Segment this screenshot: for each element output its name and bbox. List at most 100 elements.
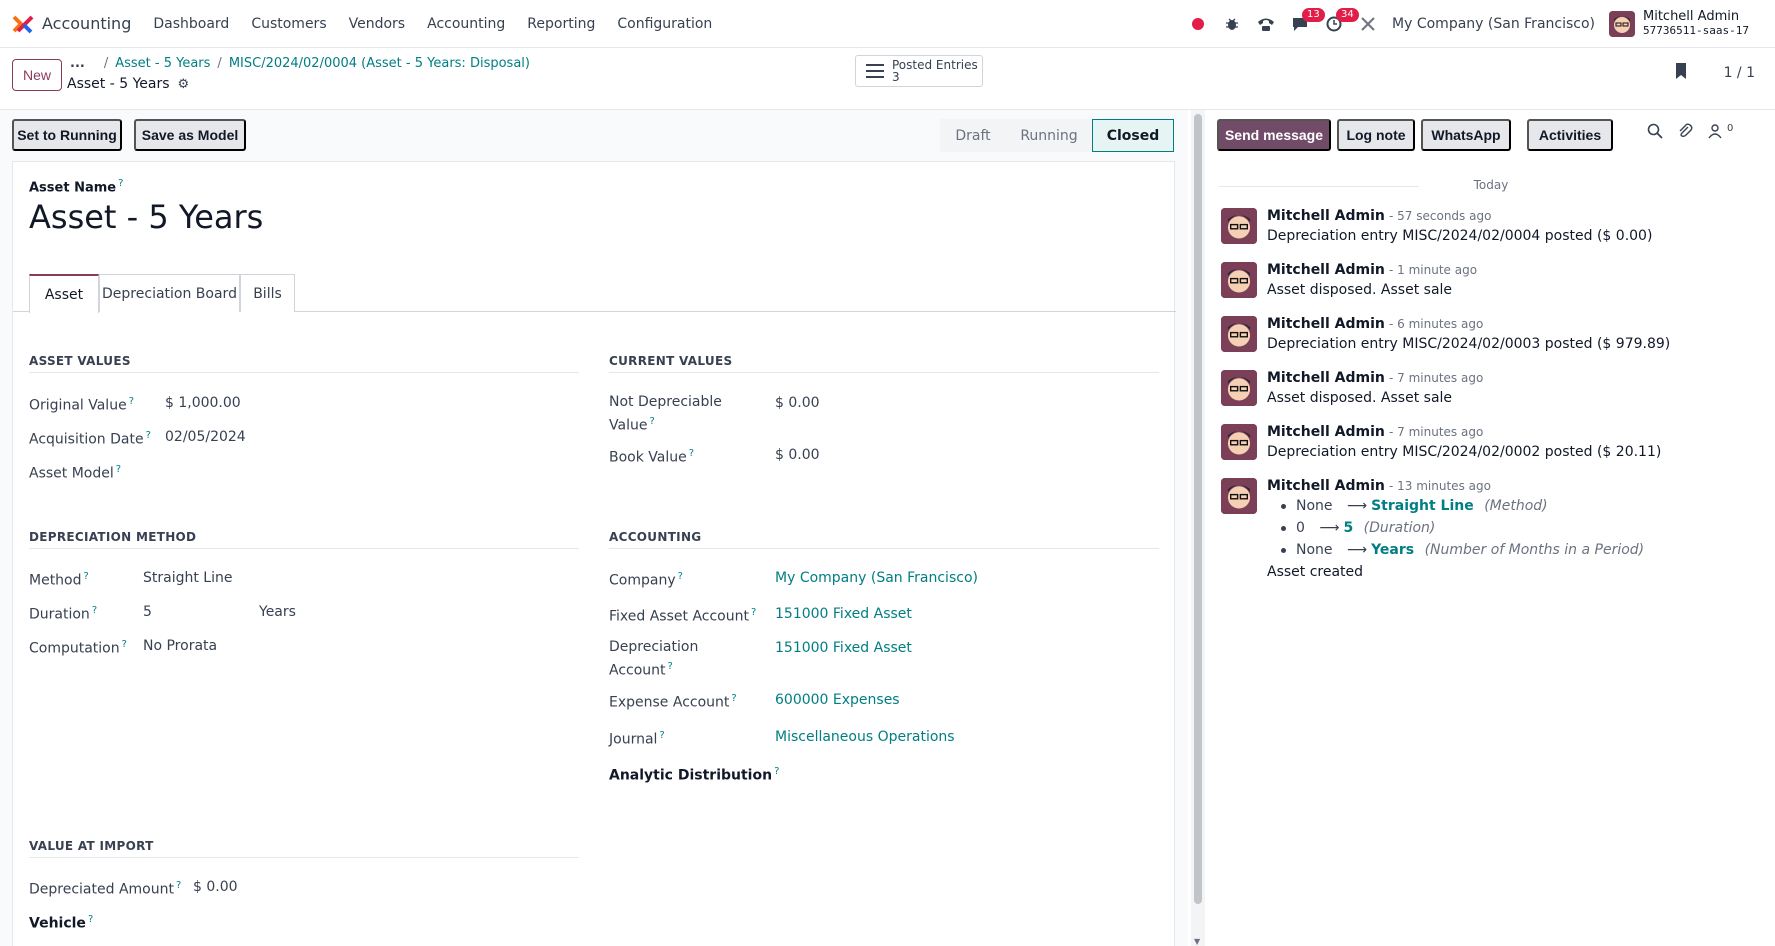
messages-icon[interactable]: 13: [1290, 8, 1325, 34]
message-author[interactable]: Mitchell Admin: [1267, 208, 1385, 224]
whatsapp-button[interactable]: WhatsApp: [1421, 119, 1511, 151]
stage-draft[interactable]: Draft: [940, 119, 1006, 152]
author-avatar[interactable]: [1221, 424, 1257, 460]
log-note-button[interactable]: Log note: [1337, 119, 1415, 151]
activities-button[interactable]: Activities: [1527, 119, 1613, 151]
computation-field[interactable]: No Prorata: [143, 636, 217, 656]
chat-message: Mitchell Admin - 57 seconds ago Deprecia…: [1221, 208, 1761, 258]
phone-icon[interactable]: [1256, 14, 1276, 34]
form-sheet: Asset Name? Asset - 5 Years Asset Deprec…: [12, 161, 1176, 946]
breadcrumb-journal-entry[interactable]: MISC/2024/02/0004 (Asset - 5 Years: Disp…: [229, 56, 530, 71]
message-author[interactable]: Mitchell Admin: [1267, 424, 1385, 440]
not-depreciable-field: $ 0.00: [775, 395, 820, 411]
stage-running[interactable]: Running: [1006, 119, 1092, 152]
message-date: - 1 minute ago: [1389, 263, 1478, 277]
breadcrumb-asset[interactable]: Asset - 5 Years: [115, 56, 210, 71]
method-field[interactable]: Straight Line: [143, 568, 232, 588]
author-avatar[interactable]: [1221, 478, 1257, 514]
accounting-heading: ACCOUNTING: [609, 530, 1159, 549]
app-title[interactable]: Accounting: [42, 14, 131, 33]
duration-unit-field[interactable]: Years: [259, 602, 296, 622]
record-icon[interactable]: [1188, 14, 1208, 34]
author-avatar[interactable]: [1221, 316, 1257, 352]
message-author[interactable]: Mitchell Admin: [1267, 316, 1385, 332]
menu-reporting[interactable]: Reporting: [527, 16, 595, 32]
company-field[interactable]: My Company (San Francisco): [775, 568, 978, 588]
chat-message: Mitchell Admin - 1 minute ago Asset disp…: [1221, 262, 1761, 312]
control-panel: New ... / Asset - 5 Years / MISC/2024/02…: [0, 48, 1775, 110]
message-author[interactable]: Mitchell Admin: [1267, 478, 1385, 494]
breadcrumb-separator: /: [217, 56, 222, 71]
asset-name-field[interactable]: Asset - 5 Years: [29, 198, 263, 236]
stage-closed[interactable]: Closed: [1092, 119, 1174, 152]
scrollbar-thumb[interactable]: [1194, 114, 1202, 904]
send-message-button[interactable]: Send message: [1217, 119, 1331, 151]
analytic-distribution-label: Analytic Distribution?: [609, 766, 780, 784]
record-title: Asset - 5 Years ⚙: [67, 76, 189, 92]
message-body: Depreciation entry MISC/2024/02/0002 pos…: [1267, 444, 1662, 460]
accounting-app-icon[interactable]: [12, 13, 34, 35]
expense-account-field[interactable]: 600000 Expenses: [775, 690, 900, 710]
acquisition-date-label: Acquisition Date?: [29, 430, 151, 448]
user-avatar[interactable]: [1609, 11, 1635, 37]
notebook-tabs: Asset Depreciation Board Bills: [13, 274, 1176, 313]
paperclip-icon[interactable]: [1677, 123, 1695, 141]
menu-accounting[interactable]: Accounting: [427, 16, 505, 32]
tab-bills[interactable]: Bills: [240, 274, 295, 312]
depreciation-account-label: Depreciation Account?: [609, 639, 699, 679]
posted-entries-button[interactable]: Posted Entries 3: [855, 55, 983, 87]
original-value-field[interactable]: $ 1,000.00: [165, 393, 241, 413]
pager-value[interactable]: 1 / 1: [1724, 65, 1755, 81]
current-values-heading: CURRENT VALUES: [609, 354, 1159, 373]
tracking-value: None ⟶ Years (Number of Months in a Perio…: [1281, 542, 1644, 558]
book-value-label: Book Value?: [609, 448, 695, 466]
posted-entries-label: Posted Entries: [892, 58, 978, 72]
breadcrumb-more[interactable]: ...: [70, 56, 85, 71]
depreciation-account-field[interactable]: 151000 Fixed Asset: [775, 638, 912, 658]
acquisition-date-field[interactable]: 02/05/2024: [165, 427, 246, 447]
menu-configuration[interactable]: Configuration: [617, 16, 712, 32]
depreciated-amount-field[interactable]: $ 0.00: [193, 877, 238, 897]
menu-vendors[interactable]: Vendors: [349, 16, 405, 32]
save-as-model-button[interactable]: Save as Model: [134, 119, 246, 151]
fixed-asset-account-label: Fixed Asset Account?: [609, 607, 757, 625]
chat-message: Mitchell Admin - 6 minutes ago Depreciat…: [1221, 316, 1761, 366]
bug-icon[interactable]: [1222, 14, 1242, 34]
company-switcher[interactable]: My Company (San Francisco): [1392, 16, 1595, 32]
menu-customers[interactable]: Customers: [251, 16, 326, 32]
bookmark-icon[interactable]: [1674, 62, 1688, 84]
chatter-panel: Send message Log note WhatsApp Activitie…: [1207, 110, 1775, 946]
message-body: Asset disposed. Asset sale: [1267, 390, 1453, 406]
gear-icon[interactable]: ⚙: [178, 77, 190, 92]
menu-dashboard[interactable]: Dashboard: [153, 16, 229, 32]
new-button[interactable]: New: [12, 59, 62, 91]
message-body: Asset disposed. Asset sale: [1267, 282, 1453, 298]
depreciation-method-heading: DEPRECIATION METHOD: [29, 530, 579, 549]
message-date: - 6 minutes ago: [1389, 317, 1484, 331]
scroll-down-arrow[interactable]: ▼: [1194, 937, 1200, 946]
form-scrollbar[interactable]: ▼: [1191, 110, 1205, 946]
set-to-running-button[interactable]: Set to Running: [12, 119, 122, 151]
message-author[interactable]: Mitchell Admin: [1267, 370, 1385, 386]
message-author[interactable]: Mitchell Admin: [1267, 262, 1385, 278]
method-label: Method?: [29, 571, 89, 589]
author-avatar[interactable]: [1221, 262, 1257, 298]
tab-depreciation-board[interactable]: Depreciation Board: [99, 274, 240, 312]
followers-icon[interactable]: [1707, 123, 1725, 141]
tab-asset[interactable]: Asset: [29, 274, 99, 313]
tools-icon[interactable]: [1358, 14, 1378, 34]
author-avatar[interactable]: [1221, 370, 1257, 406]
value-at-import-heading: VALUE AT IMPORT: [29, 839, 579, 858]
author-avatar[interactable]: [1221, 208, 1257, 244]
journal-field[interactable]: Miscellaneous Operations: [775, 727, 955, 747]
search-icon[interactable]: [1647, 123, 1665, 141]
fixed-asset-account-field[interactable]: 151000 Fixed Asset: [775, 604, 912, 624]
systray: 13 34 My Company (San Francisco) Mitchel…: [1188, 0, 1775, 48]
activities-clock-icon[interactable]: 34: [1324, 8, 1359, 34]
chat-message: Mitchell Admin - 7 minutes ago Asset dis…: [1221, 370, 1761, 420]
chatter-icons: 0: [1647, 123, 1733, 141]
date-separator: Today: [1207, 178, 1775, 192]
user-menu[interactable]: Mitchell Admin 57736511-saas-17: [1643, 10, 1775, 38]
messages-badge: 13: [1302, 8, 1325, 22]
duration-field[interactable]: 5: [143, 602, 152, 622]
